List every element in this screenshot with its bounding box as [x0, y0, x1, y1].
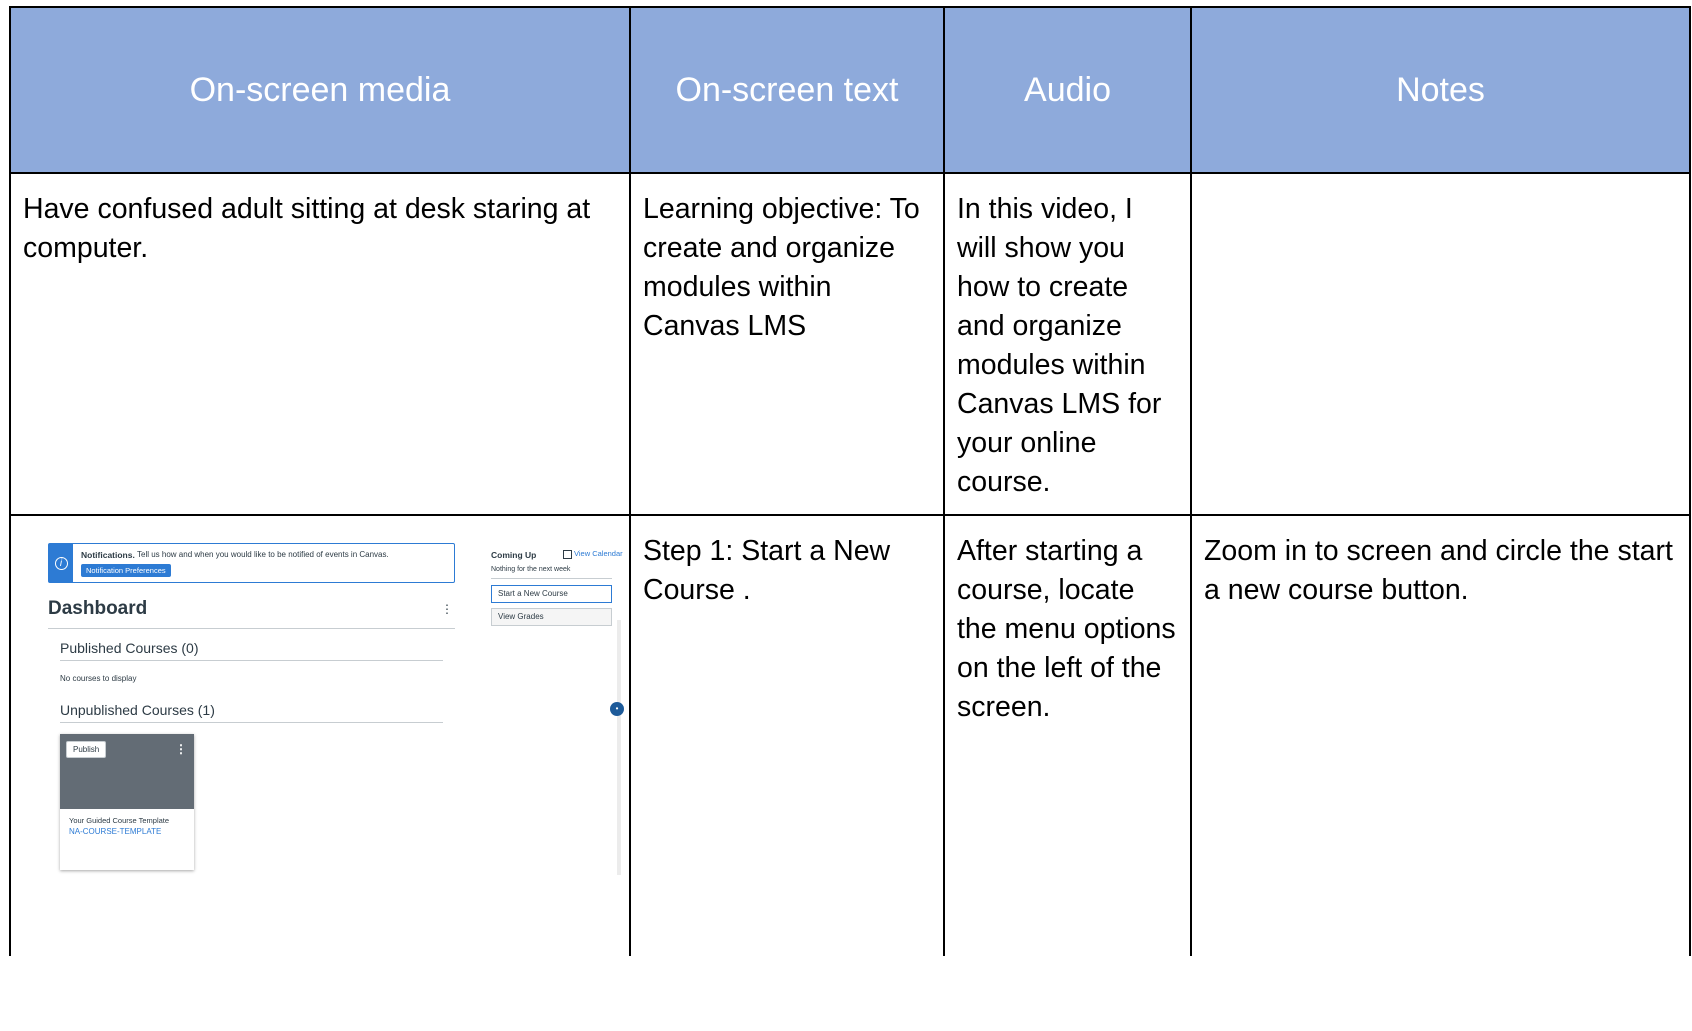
text-cell: Step 1: Start a New Course .: [629, 514, 945, 956]
text-cell: Learning objective: To create and organi…: [629, 172, 945, 516]
unpublished-courses-heading: Unpublished Courses (1): [60, 702, 215, 718]
kebab-icon[interactable]: ⋮: [175, 742, 187, 756]
divider: [60, 722, 443, 723]
header-notes: Notes: [1190, 6, 1691, 174]
audio-text: After starting a course, locate the menu…: [957, 535, 1184, 723]
view-grades-button[interactable]: View Grades: [491, 608, 612, 626]
course-code-link[interactable]: NA-COURSE-TEMPLATE: [69, 827, 161, 836]
nothing-next-week-text: Nothing for the next week: [491, 566, 571, 573]
help-fab-icon[interactable]: •: [610, 702, 624, 716]
no-courses-text: No courses to display: [60, 674, 137, 683]
notification-title: Notifications.: [81, 550, 135, 560]
publish-button[interactable]: Publish: [66, 741, 107, 758]
header-audio: Audio: [943, 6, 1192, 174]
notification-preferences-button[interactable]: Notification Preferences: [81, 564, 171, 577]
info-icon: i: [54, 556, 68, 570]
notes-cell: [1190, 172, 1691, 516]
media-cell: Have confused adult sitting at desk star…: [9, 172, 631, 516]
media-text: Have confused adult sitting at desk star…: [23, 193, 599, 264]
scrollbar[interactable]: [617, 620, 621, 875]
dashboard-title: Dashboard: [48, 598, 148, 619]
notes-cell: Zoom in to screen and circle the start a…: [1190, 514, 1691, 956]
published-courses-heading: Published Courses (0): [60, 640, 199, 656]
audio-text: In this video, I will show you how to cr…: [957, 193, 1170, 498]
course-card[interactable]: Publish ⋮ Your Guided Course Template NA…: [60, 734, 194, 870]
media-cell: i Notifications. Tell us how and when yo…: [9, 514, 631, 956]
header-row: On-screen media On-screen text Audio Not…: [9, 6, 1691, 174]
course-name: Your Guided Course Template: [69, 816, 170, 825]
notification-icon-strip: i: [49, 544, 73, 582]
header-on-screen-media: On-screen media: [9, 6, 631, 174]
divider: [60, 660, 443, 661]
header-on-screen-text: On-screen text: [629, 6, 945, 174]
notification-text: Tell us how and when you would like to b…: [137, 550, 389, 559]
table-row: Have confused adult sitting at desk star…: [9, 172, 1691, 516]
divider: [491, 578, 612, 579]
notes-text: Zoom in to screen and circle the start a…: [1204, 535, 1681, 606]
course-card-image: Publish ⋮: [60, 734, 194, 809]
storyboard-table: On-screen media On-screen text Audio Not…: [9, 6, 1691, 956]
coming-up-heading: Coming Up: [491, 550, 537, 560]
table-row: i Notifications. Tell us how and when yo…: [9, 514, 1691, 956]
onscreen-text: Step 1: Start a New Course .: [643, 535, 899, 606]
kebab-icon[interactable]: ⋮: [441, 602, 453, 616]
view-calendar-link[interactable]: View Calendar: [574, 549, 623, 558]
audio-cell: In this video, I will show you how to cr…: [943, 172, 1192, 516]
notes-text: [1192, 174, 1689, 190]
audio-cell: After starting a course, locate the menu…: [943, 514, 1192, 956]
divider: [48, 628, 455, 629]
notification-banner: i Notifications. Tell us how and when yo…: [48, 543, 455, 583]
start-new-course-button[interactable]: Start a New Course: [491, 585, 612, 603]
onscreen-text: Learning objective: To create and organi…: [643, 193, 928, 342]
calendar-icon: [563, 550, 572, 559]
canvas-dashboard-screenshot: i Notifications. Tell us how and when yo…: [11, 516, 651, 956]
